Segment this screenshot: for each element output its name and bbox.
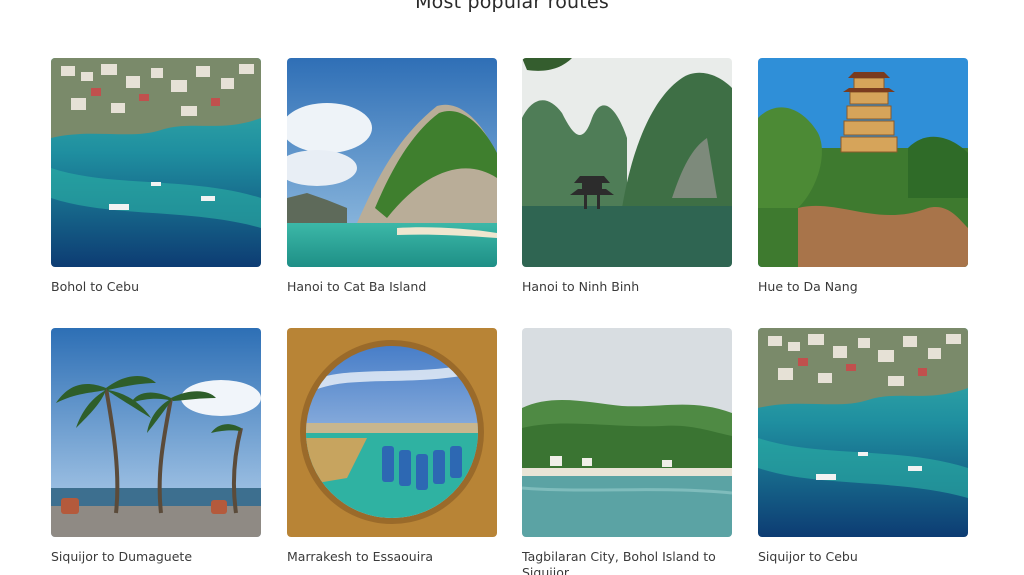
route-label[interactable]: Marrakesh to Essaouira <box>287 549 497 565</box>
aerial-coastal-village-photo <box>758 328 968 537</box>
route-card-bohol-cebu[interactable]: Bohol to Cebu <box>51 58 261 295</box>
route-image[interactable] <box>522 58 732 267</box>
route-image[interactable] <box>522 328 732 537</box>
limestone-island-beach-photo <box>287 58 497 267</box>
pagoda-tower-photo <box>758 58 968 267</box>
route-image[interactable] <box>758 58 968 267</box>
green-hills-coast-photo <box>522 328 732 537</box>
route-card-hanoi-ninh-binh[interactable]: Hanoi to Ninh Binh <box>522 58 732 295</box>
route-label[interactable]: Tagbilaran City, Bohol Island to Siquijo… <box>522 549 732 575</box>
route-image[interactable] <box>51 58 261 267</box>
route-label[interactable]: Hanoi to Cat Ba Island <box>287 279 497 295</box>
route-card-siquijor-dumaguete[interactable]: Siquijor to Dumaguete <box>51 328 261 565</box>
aerial-coastal-village-photo <box>51 58 261 267</box>
route-label[interactable]: Siquijor to Cebu <box>758 549 968 565</box>
route-image[interactable] <box>758 328 968 537</box>
route-image[interactable] <box>51 328 261 537</box>
route-card-siquijor-cebu[interactable]: Siquijor to Cebu <box>758 328 968 565</box>
route-image[interactable] <box>287 328 497 537</box>
route-card-tagbilaran-siquijor[interactable]: Tagbilaran City, Bohol Island to Siquijo… <box>522 328 732 575</box>
route-card-hanoi-cat-ba[interactable]: Hanoi to Cat Ba Island <box>287 58 497 295</box>
harbor-through-stone-window-photo <box>287 328 497 537</box>
route-label[interactable]: Hue to Da Nang <box>758 279 968 295</box>
karst-river-pavilion-photo <box>522 58 732 267</box>
route-label[interactable]: Siquijor to Dumaguete <box>51 549 261 565</box>
route-card-hue-da-nang[interactable]: Hue to Da Nang <box>758 58 968 295</box>
palm-tree-promenade-photo <box>51 328 261 537</box>
route-label[interactable]: Hanoi to Ninh Binh <box>522 279 732 295</box>
section-title: Most popular routes <box>415 0 609 13</box>
route-card-marrakesh-essaouira[interactable]: Marrakesh to Essaouira <box>287 328 497 565</box>
route-label[interactable]: Bohol to Cebu <box>51 279 261 295</box>
route-image[interactable] <box>287 58 497 267</box>
